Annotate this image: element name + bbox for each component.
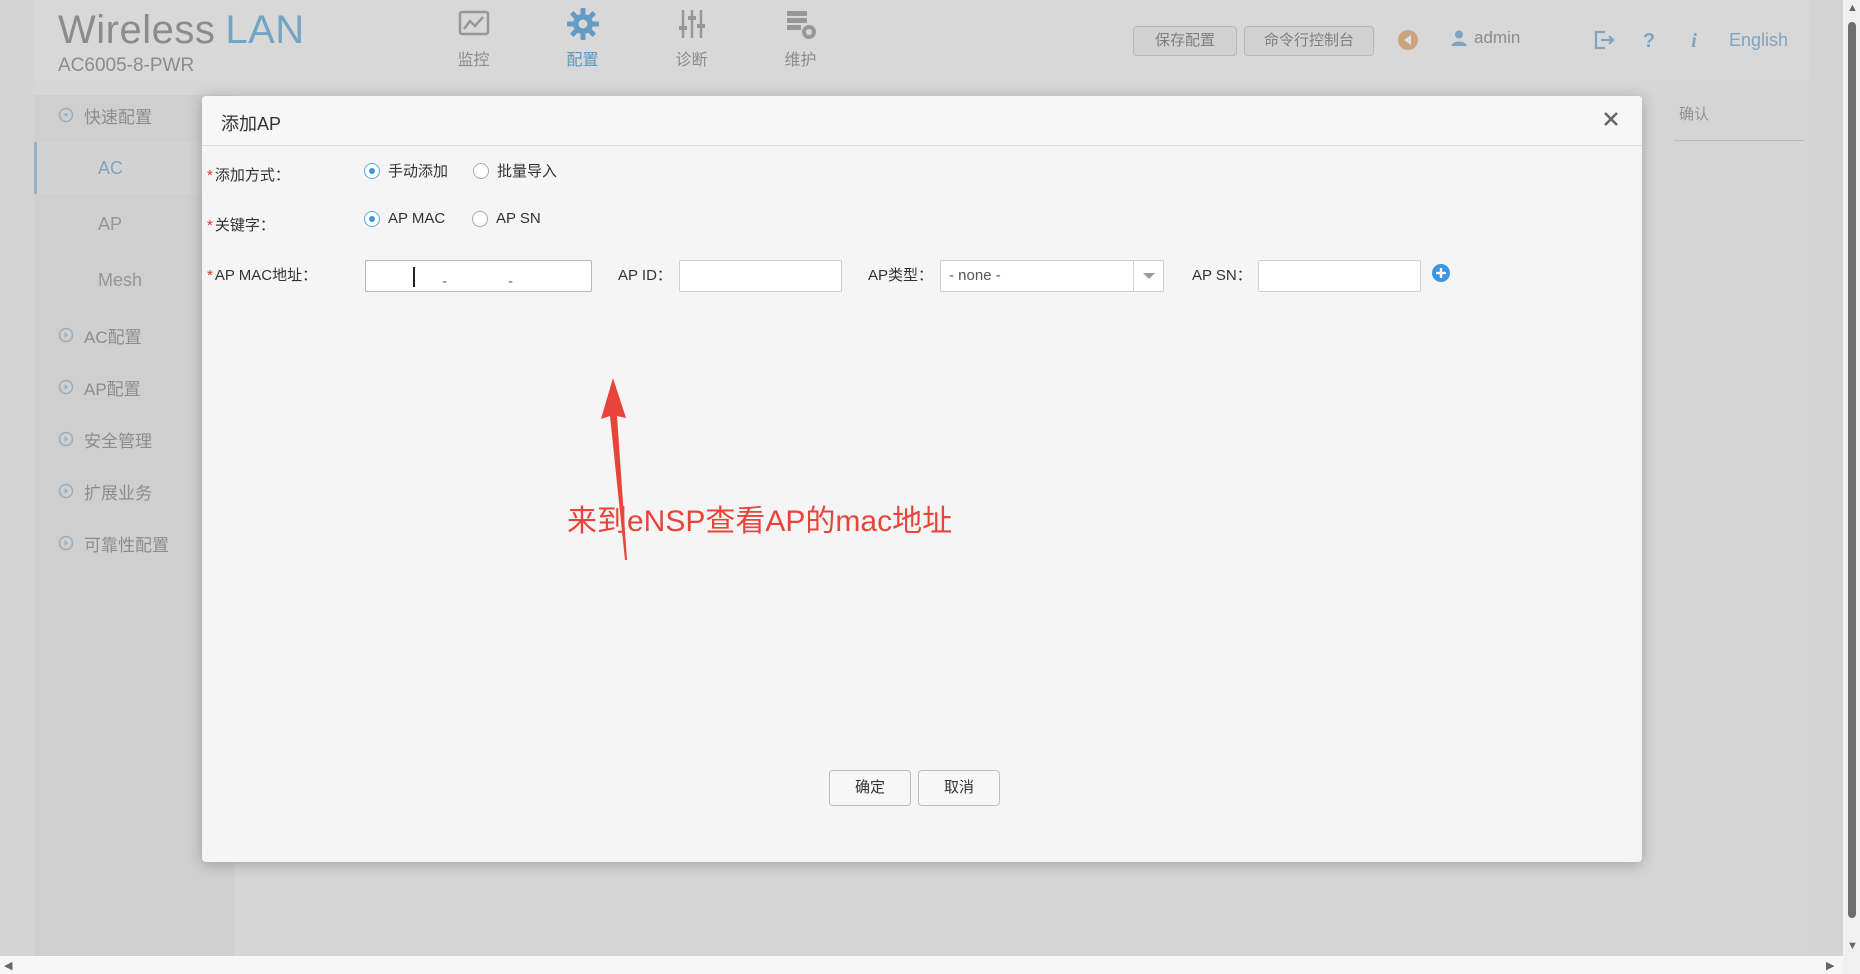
mac-separator: - [508,273,513,290]
dialog-title: 添加AP [221,114,282,134]
radio-ap-mac-label: AP MAC [388,210,446,227]
add-ap-dialog: 添加AP * 添加方式： 手动添加 批量导入 * 关键字： AP MAC AP … [202,96,1642,862]
radio-manual-add[interactable]: 手动添加 [364,160,448,181]
scroll-down-icon[interactable]: ▼ [1847,940,1858,952]
radio-batch-import-label: 批量导入 [497,163,558,180]
ap-mac-label: * AP MAC地址： [207,264,317,285]
ap-sn-label: AP SN： [1192,267,1252,284]
chevron-down-icon [1143,273,1155,279]
ap-type-select[interactable]: - none - [940,260,1164,292]
radio-ap-sn-dot[interactable] [472,210,488,227]
ap-type-value: - none - [949,267,1001,284]
scroll-up-icon[interactable]: ▲ [1847,2,1858,14]
ap-mac-label-text: AP MAC地址： [214,267,318,284]
keyword-label-text: 关键字： [214,217,275,234]
required-mark: * [207,267,213,284]
scroll-left-icon[interactable]: ◀ [4,959,12,972]
dialog-header: 添加AP [202,96,1642,146]
add-row-icon[interactable] [1431,263,1451,283]
radio-batch-import-dot[interactable] [473,162,489,179]
horizontal-scrollbar[interactable]: ◀ ▶ [0,956,1843,974]
dropdown-arrow[interactable] [1133,261,1163,291]
radio-manual-add-dot[interactable] [364,162,380,179]
add-mode-label-text: 添加方式： [214,167,290,184]
page: Wireless LAN AC6005-8-PWR 监控 配置 诊断 维护 保存… [0,0,1860,974]
required-mark: * [207,167,213,184]
radio-manual-add-label: 手动添加 [388,163,449,180]
text-cursor [413,267,415,287]
cancel-button[interactable]: 取消 [918,770,1000,806]
close-icon[interactable] [1600,108,1622,130]
radio-batch-import[interactable]: 批量导入 [473,160,557,181]
required-mark: * [207,217,213,234]
keyword-label: * 关键字： [207,214,275,235]
radio-ap-mac[interactable]: AP MAC [364,210,445,227]
ap-type-label: AP类型： [868,267,934,284]
add-mode-label: * 添加方式： [207,164,290,185]
ap-sn-input[interactable] [1258,260,1421,292]
mac-separator: - [442,273,447,290]
confirm-button[interactable]: 确定 [829,770,911,806]
ap-id-label: AP ID： [618,267,672,284]
ap-mac-input[interactable]: - - [365,260,592,292]
radio-ap-mac-dot[interactable] [364,210,380,227]
ap-id-input[interactable] [679,260,842,292]
scroll-right-icon[interactable]: ▶ [1826,959,1834,972]
radio-ap-sn[interactable]: AP SN [472,210,541,227]
vertical-scrollbar[interactable]: ▲ ▼ [1843,0,1860,974]
radio-ap-sn-label: AP SN [496,210,541,227]
annotation-text: 来到eNSP查看AP的mac地址 [567,505,953,538]
vertical-scroll-thumb[interactable] [1848,22,1856,918]
